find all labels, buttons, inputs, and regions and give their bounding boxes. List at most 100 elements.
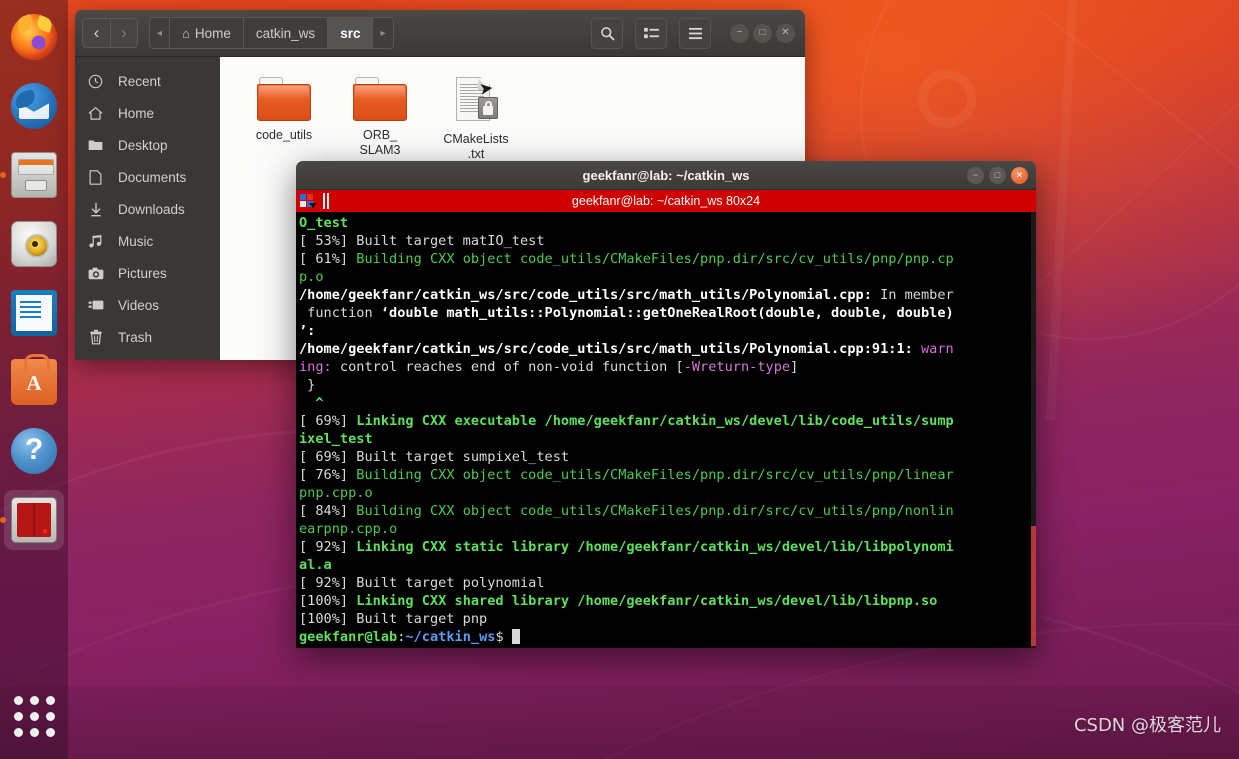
- breadcrumb-item-src[interactable]: src: [328, 18, 374, 48]
- breadcrumb: ◂ ⌂ Home catkin_ws src ▸: [149, 17, 394, 49]
- sidebar-item-desktop[interactable]: Desktop: [75, 129, 220, 161]
- maximize-button[interactable]: □: [989, 166, 1006, 184]
- dock-item-terminal[interactable]: [0, 490, 64, 550]
- sidebar-item-label: Videos: [118, 297, 160, 313]
- terminal-line: [ 69%] Built target sumpixel_test: [299, 449, 570, 466]
- terminal-line: [100%] Linking CXX shared library /home/…: [299, 593, 938, 610]
- search-button[interactable]: [591, 17, 623, 49]
- list-view-icon: [643, 27, 659, 38]
- close-button[interactable]: ✕: [1011, 166, 1028, 184]
- file-item-cmakelists-txt[interactable]: ➤ CMakeLists .txt: [430, 71, 522, 162]
- terminal-line: [ 76%] Building CXX object code_utils/CM…: [299, 467, 954, 484]
- breadcrumb-scroll-left[interactable]: ◂: [150, 18, 171, 48]
- folder-icon: [353, 77, 407, 121]
- sidebar-item-trash[interactable]: Trash: [75, 321, 220, 353]
- terminal-screen[interactable]: O_test [ 53%] Built target matIO_test[ 61…: [296, 212, 1036, 648]
- terminal-line: function ‘double math_utils::Polynomial:…: [299, 305, 954, 322]
- sidebar-item-documents[interactable]: Documents: [75, 161, 220, 193]
- terminal-output: O_test [ 53%] Built target matIO_test[ 61…: [299, 214, 1036, 646]
- terminal-icon: [11, 497, 57, 543]
- question-mark-icon: [11, 428, 57, 474]
- folder-icon: [87, 138, 104, 152]
- view-options-button[interactable]: [635, 17, 667, 49]
- terminal-line: ^: [299, 395, 324, 412]
- terminal-scrollbar[interactable]: [1031, 212, 1036, 648]
- camera-icon: [87, 267, 104, 280]
- terminal-line: [ 92%] Built target polynomial: [299, 575, 545, 592]
- dock-item-firefox[interactable]: [4, 7, 64, 67]
- terminal-title-bar[interactable]: geekfanr@lab: ~/catkin_ws − □ ✕: [296, 161, 1036, 190]
- watermark: CSDN @极客范儿: [1073, 715, 1221, 736]
- maximize-button[interactable]: □: [753, 23, 772, 43]
- scrollbar-thumb[interactable]: [1031, 526, 1036, 646]
- terminal-line: /home/geekfanr/catkin_ws/src/code_utils/…: [299, 287, 954, 304]
- clock-icon: [87, 74, 104, 89]
- file-item-code-utils[interactable]: code_utils: [238, 71, 330, 162]
- terminal-cursor: [511, 629, 520, 645]
- sidebar-item-recent[interactable]: Recent: [75, 65, 220, 97]
- sidebar-item-videos[interactable]: Videos: [75, 289, 220, 321]
- sidebar-item-pictures[interactable]: Pictures: [75, 257, 220, 289]
- sidebar-item-label: Desktop: [118, 137, 168, 153]
- breadcrumb-scroll-right[interactable]: ▸: [373, 18, 392, 48]
- terminal-line: [ 69%] Linking CXX executable /home/geek…: [299, 413, 954, 430]
- terminal-line: geekfanr@lab:~/catkin_ws$: [299, 628, 1036, 646]
- home-icon: ⌂: [182, 25, 190, 41]
- dock-item-thunderbird[interactable]: [4, 76, 64, 136]
- sidebar-item-music[interactable]: Music: [75, 225, 220, 257]
- wallpaper-ring-decoration: [918, 70, 976, 128]
- minimize-button[interactable]: −: [730, 23, 749, 43]
- minimize-button[interactable]: −: [967, 166, 984, 184]
- terminal-line: [ 53%] Built target matIO_test: [299, 233, 545, 250]
- wallpaper-line-decoration-1: [1045, 0, 1080, 420]
- back-button[interactable]: ‹: [82, 18, 110, 48]
- terminal-line: [ 84%] Building CXX object code_utils/CM…: [299, 503, 954, 520]
- dock-item-files[interactable]: [0, 145, 64, 205]
- breadcrumb-item-home[interactable]: ⌂ Home: [170, 18, 244, 48]
- terminal-tab-title[interactable]: geekfanr@lab: ~/catkin_ws 80x24: [296, 194, 1036, 208]
- sidebar-item-downloads[interactable]: Downloads: [75, 193, 220, 225]
- terminal-line: pnp.cpp.o: [299, 485, 373, 502]
- terminal-line: /home/geekfanr/catkin_ws/src/code_utils/…: [299, 341, 954, 358]
- dock-item-help[interactable]: [4, 421, 64, 481]
- sidebar-item-label: Home: [118, 105, 155, 121]
- sidebar-item-home[interactable]: Home: [75, 97, 220, 129]
- sidebar-item-label: Trash: [118, 329, 153, 345]
- breadcrumb-item-catkin-ws[interactable]: catkin_ws: [244, 18, 329, 48]
- document-icon: [11, 290, 57, 336]
- firefox-icon: [11, 14, 57, 60]
- terminal-line: [100%] Built target pnp: [299, 611, 488, 628]
- forward-button[interactable]: ›: [110, 18, 138, 48]
- close-button[interactable]: ✕: [776, 23, 795, 43]
- terminal-line: ’:: [299, 323, 316, 340]
- terminal-line: ing: control reaches end of non-void fun…: [299, 359, 799, 376]
- file-item-label: code_utils: [255, 128, 313, 142]
- terminal-tab-bar: geekfanr@lab: ~/catkin_ws 80x24: [296, 190, 1036, 212]
- terminal-window: geekfanr@lab: ~/catkin_ws − □ ✕ geekfanr…: [296, 161, 1036, 648]
- text-document-locked-icon: ➤: [452, 77, 500, 125]
- dock-item-software[interactable]: [4, 352, 64, 412]
- file-item-orb-slam3[interactable]: ORB_ SLAM3: [334, 71, 426, 162]
- rhythmbox-icon: [11, 221, 57, 267]
- navigation-button-group: ‹ ›: [82, 18, 138, 48]
- download-icon: [87, 202, 104, 217]
- menu-button[interactable]: [679, 17, 711, 49]
- dock-item-rhythmbox[interactable]: [4, 214, 64, 274]
- desktop: ‹ › ◂ ⌂ Home catkin_ws src ▸: [0, 0, 1239, 759]
- show-applications-button[interactable]: [0, 696, 68, 737]
- file-manager-window-controls: − □ ✕: [730, 23, 795, 43]
- file-manager-sidebar: Recent Home Desktop Documents Downloads …: [75, 57, 220, 360]
- files-icon: [11, 152, 57, 198]
- ubuntu-dock: [0, 0, 68, 759]
- terminal-line: p.o: [299, 269, 324, 286]
- terminal-line: }: [299, 377, 316, 394]
- video-icon: [87, 299, 104, 311]
- breadcrumb-label: catkin_ws: [255, 25, 316, 41]
- breadcrumb-label: Home: [194, 25, 231, 41]
- search-icon: [600, 26, 614, 40]
- breadcrumb-label: src: [340, 25, 361, 41]
- sidebar-item-label: Documents: [118, 169, 187, 185]
- dock-item-writer[interactable]: [4, 283, 64, 343]
- sidebar-item-label: Downloads: [118, 201, 185, 217]
- file-item-label: CMakeLists .txt: [443, 132, 509, 161]
